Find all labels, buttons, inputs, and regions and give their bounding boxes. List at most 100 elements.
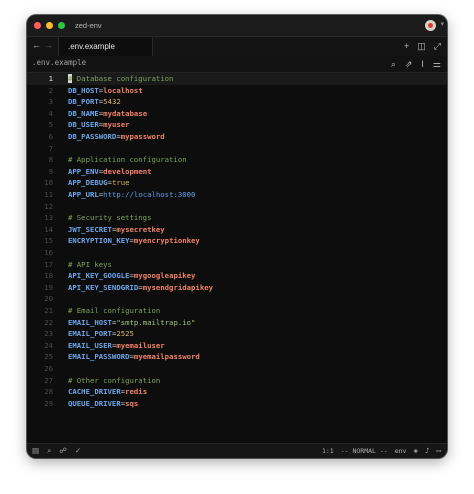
line-number: 20 <box>44 294 53 304</box>
token-val: myuser <box>103 120 130 130</box>
token-comment: # API keys <box>68 259 112 269</box>
settings-sliders-icon[interactable]: ⚌ <box>433 58 441 70</box>
line-number: 27 <box>44 375 53 385</box>
code-line[interactable]: 14 JWT_SECRET=mysecretkey <box>27 224 447 236</box>
expand-icon[interactable]: ⤢ <box>434 40 441 52</box>
code-line[interactable]: 29 QUEUE_DRIVER=sqs <box>27 398 447 410</box>
token-val: mysecretkey <box>116 224 165 234</box>
line-number: 26 <box>44 364 53 373</box>
language-selector[interactable]: env <box>395 447 407 455</box>
line-number: 24 <box>44 340 53 350</box>
code-line[interactable]: 18 API_KEY_GOOGLE=mygoogleapikey <box>27 270 447 282</box>
code-line[interactable]: 2 DB_HOST=localhost <box>27 85 447 97</box>
breadcrumb-file[interactable]: .env.example <box>32 58 86 67</box>
token-str: "smtp.mailtrap.io" <box>116 317 196 327</box>
token-val: myemailpassword <box>133 352 200 362</box>
code-line[interactable]: 22 EMAIL_HOST="smtp.mailtrap.io" <box>27 317 447 329</box>
code-line[interactable]: 7 <box>27 143 447 155</box>
project-name[interactable]: zed-env <box>75 21 102 30</box>
cursor-position[interactable]: 1:1 <box>322 447 334 455</box>
code-line[interactable]: 17 # API keys <box>27 259 447 271</box>
token-val: mygoogleapikey <box>133 271 196 281</box>
line-content: DB_PASSWORD=mypassword <box>68 131 165 143</box>
code-line[interactable]: 28 CACHE_DRIVER=redis <box>27 386 447 398</box>
code-line[interactable]: 10 APP_DEBUG=true <box>27 177 447 189</box>
token-comment: # Email configuration <box>68 306 161 315</box>
token-key: JWT_SECRET <box>68 224 112 234</box>
line-content: # Security settings <box>68 212 151 224</box>
line-number: 28 <box>44 387 53 397</box>
token-val: myemailuser <box>116 340 165 350</box>
line-content: EMAIL_PASSWORD=myemailpassword <box>68 351 200 363</box>
token-key: API_KEY_GOOGLE <box>68 271 130 281</box>
code-line[interactable]: 9 APP_ENV=development <box>27 166 447 178</box>
line-number: 10 <box>44 178 53 188</box>
assistant-icon[interactable]: ◈ <box>413 446 418 456</box>
code-line[interactable]: 19 API_KEY_SENDGRID=mysendgridapikey <box>27 282 447 294</box>
code-line[interactable]: 26 <box>27 363 447 375</box>
code-line[interactable]: 24 EMAIL_USER=myemailuser <box>27 340 447 352</box>
line-number: 3 <box>48 97 53 107</box>
token-val: myencryptionkey <box>133 236 200 246</box>
code-line[interactable]: 11 APP_URL=http://localhost:3000 <box>27 189 447 201</box>
arrow-right-icon[interactable]: → <box>44 40 53 50</box>
minimize-window-button[interactable] <box>46 22 53 29</box>
arrow-left-icon[interactable]: ← <box>32 40 41 50</box>
code-line[interactable]: 15 ENCRYPTION_KEY=myencryptionkey <box>27 235 447 247</box>
token-num: 5432 <box>103 97 121 107</box>
line-content: EMAIL_HOST="smtp.mailtrap.io" <box>68 317 195 329</box>
token-num: 2525 <box>116 329 134 339</box>
code-line[interactable]: 20 <box>27 293 447 305</box>
token-val: mysendgridapikey <box>142 282 213 292</box>
code-line[interactable]: 5 DB_USER=myuser <box>27 119 447 131</box>
token-key: EMAIL_PORT <box>68 329 112 339</box>
panel-icon[interactable]: ▤ <box>32 446 39 456</box>
bell-icon[interactable]: ♪ <box>425 446 430 456</box>
code-line[interactable]: 16 <box>27 247 447 259</box>
tab-env-example[interactable]: .env.example <box>58 37 153 56</box>
code-editor[interactable]: 1 # Database configuration 2 DB_HOST=localh… <box>27 73 447 444</box>
code-line[interactable]: 4 DB_NAME=mydatabase <box>27 108 447 120</box>
collaborators-icon[interactable]: ☍ <box>59 446 67 456</box>
chevron-down-icon[interactable]: ▾ <box>440 20 444 28</box>
magic-wand-icon[interactable]: ⇗ <box>405 58 413 70</box>
code-line[interactable]: 3 DB_PORT=5432 <box>27 96 447 108</box>
search-icon[interactable]: ⌕ <box>47 446 51 456</box>
line-number: 2 <box>48 85 53 95</box>
code-line[interactable]: 6 DB_PASSWORD=mypassword <box>27 131 447 143</box>
line-number: 7 <box>48 143 53 153</box>
split-pane-icon[interactable]: ◫ <box>417 40 426 52</box>
line-number: 12 <box>44 201 53 211</box>
token-comment: # Application configuration <box>68 155 187 165</box>
line-content: # Application configuration <box>68 154 187 166</box>
search-icon[interactable]: ⌕ <box>391 58 396 70</box>
zoom-window-button[interactable] <box>58 22 65 29</box>
code-line[interactable]: 27 # Other configuration <box>27 375 447 387</box>
code-line[interactable]: 23 EMAIL_PORT=2525 <box>27 328 447 340</box>
code-line[interactable]: 25 EMAIL_PASSWORD=myemailpassword <box>27 351 447 363</box>
token-key: CACHE_DRIVER <box>68 387 121 397</box>
code-line[interactable]: 12 <box>27 201 447 213</box>
code-line[interactable]: 21 # Email configuration <box>27 305 447 317</box>
line-number: 4 <box>48 108 53 118</box>
title-bar: zed-env ▾ <box>27 15 447 37</box>
text-cursor-icon[interactable]: I <box>421 58 424 70</box>
plus-icon[interactable]: + <box>404 40 409 52</box>
line-number: 6 <box>48 132 53 141</box>
user-avatar[interactable] <box>425 20 436 31</box>
close-window-button[interactable] <box>34 22 41 29</box>
code-line[interactable]: 13 # Security settings <box>27 212 447 224</box>
line-content: DB_PORT=5432 <box>68 96 121 108</box>
token-url: http://localhost:3000 <box>103 190 196 199</box>
chat-icon[interactable]: ▭ <box>436 446 441 456</box>
line-content: APP_URL=http://localhost:3000 <box>68 189 195 201</box>
code-line[interactable]: 8 # Application configuration <box>27 154 447 166</box>
token-key: APP_ENV <box>68 166 99 176</box>
avatar-dot <box>428 23 433 28</box>
vim-mode: -- NORMAL -- <box>340 447 388 455</box>
line-number: 13 <box>44 213 53 223</box>
line-number: 25 <box>44 352 53 362</box>
token-key: EMAIL_USER <box>68 340 112 350</box>
check-icon[interactable]: ✓ <box>75 446 81 456</box>
code-line[interactable]: 1 # Database configuration <box>27 73 447 85</box>
